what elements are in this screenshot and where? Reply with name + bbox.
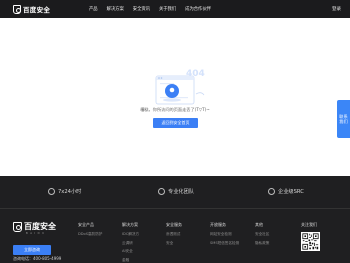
footer-link[interactable]: DDoS高防防护 <box>78 232 102 237</box>
nav-item-products[interactable]: 产品 <box>89 6 98 12</box>
shield-icon <box>268 188 275 195</box>
top-nav-bar: 百度安全 产品 解决方案 安全资讯 关于我们 成为合作伙伴 登录 <box>0 0 350 18</box>
login-link[interactable]: 登录 <box>332 6 341 12</box>
illustration-404-text: 404 <box>186 69 205 79</box>
footer-shield-logo-icon <box>13 221 22 232</box>
page-not-found-illustration: 404 <box>155 69 205 105</box>
qr-title: 关注我们 <box>301 222 317 227</box>
main-nav: 产品 解决方案 安全资讯 关于我们 成为合作伙伴 <box>89 0 220 18</box>
feature-24h: 7x24小时 <box>48 188 81 195</box>
nav-item-news[interactable]: 安全资讯 <box>133 6 150 12</box>
footer-link[interactable]: IDC解决方 <box>122 232 139 237</box>
nav-item-solutions[interactable]: 解决方案 <box>107 6 124 12</box>
page: 百度安全 产品 解决方案 安全资讯 关于我们 成为合作伙伴 登录 404 糟糕，… <box>0 0 350 263</box>
site-footer: 百度安全 BAIDU 立即咨询 安全产品 DDoS高防防护 解决方案 IDC解决… <box>0 209 350 263</box>
feature-team: 专业化团队 <box>158 188 194 195</box>
footer-col-title: 安全服务 <box>166 222 182 227</box>
footer-col-solutions: 解决方案 IDC解决方 云调研 AI安全 金融 <box>122 222 139 263</box>
feature-team-label: 专业化团队 <box>168 189 194 195</box>
footer-link[interactable]: AI安全 <box>122 249 139 254</box>
footer-link[interactable]: SMS短信签名检测 <box>210 241 239 246</box>
consult-phone: 咨询电话：400-805-4999 <box>13 256 62 261</box>
feature-src-label: 企业级SRC <box>278 189 304 195</box>
footer-col-title: 解决方案 <box>122 222 138 227</box>
footer-logo-subtitle: BAIDU <box>26 232 47 235</box>
footer-logo-text: 百度安全 <box>24 222 56 231</box>
footer-logo[interactable]: 百度安全 <box>13 221 56 232</box>
footer-link[interactable]: 安全社区 <box>255 232 269 237</box>
contact-label-bottom: 我们 <box>339 119 348 124</box>
shield-logo-icon <box>13 4 21 14</box>
consult-button[interactable]: 立即咨询 <box>13 245 51 255</box>
clock-icon <box>48 188 55 195</box>
footer-col-open: 开放服务 网站安全检测 SMS短信签名检测 <box>210 222 239 249</box>
footer-link[interactable]: 安全 <box>166 241 182 246</box>
back-to-home-button[interactable]: 返回到安全首页 <box>153 118 198 128</box>
nav-item-partner[interactable]: 成为合作伙伴 <box>185 6 211 12</box>
footer-col-title: 开放服务 <box>210 222 226 227</box>
footer-col-products: 安全产品 DDoS高防防护 <box>78 222 102 241</box>
feature-src: 企业级SRC <box>268 188 304 195</box>
not-found-message: 糟糕，你所访问的页面走丢了(T▽T)~ <box>140 107 210 112</box>
footer-col-title: 其他 <box>255 222 263 227</box>
footer-link[interactable]: 隐私政策 <box>255 241 269 246</box>
footer-link[interactable]: 渗透测试 <box>166 232 182 237</box>
footer-col-other: 其他 安全社区 隐私政策 <box>255 222 269 249</box>
feature-24h-label: 7x24小时 <box>58 189 82 195</box>
footer-link[interactable]: 金融 <box>122 258 139 263</box>
logo-text: 百度安全 <box>23 6 51 14</box>
team-icon <box>158 188 165 195</box>
features-band: 7x24小时 专业化团队 企业级SRC <box>0 176 350 209</box>
site-logo[interactable]: 百度安全 <box>13 4 50 14</box>
contact-us-float-button[interactable]: 联系 我们 <box>337 100 350 138</box>
qr-code-icon <box>301 232 320 251</box>
footer-col-title: 安全产品 <box>78 222 94 227</box>
nav-item-about[interactable]: 关于我们 <box>159 6 176 12</box>
footer-link[interactable]: 网站安全检测 <box>210 232 239 237</box>
footer-col-services: 安全服务 渗透测试 安全 <box>166 222 182 249</box>
footer-link[interactable]: 云调研 <box>122 241 139 246</box>
